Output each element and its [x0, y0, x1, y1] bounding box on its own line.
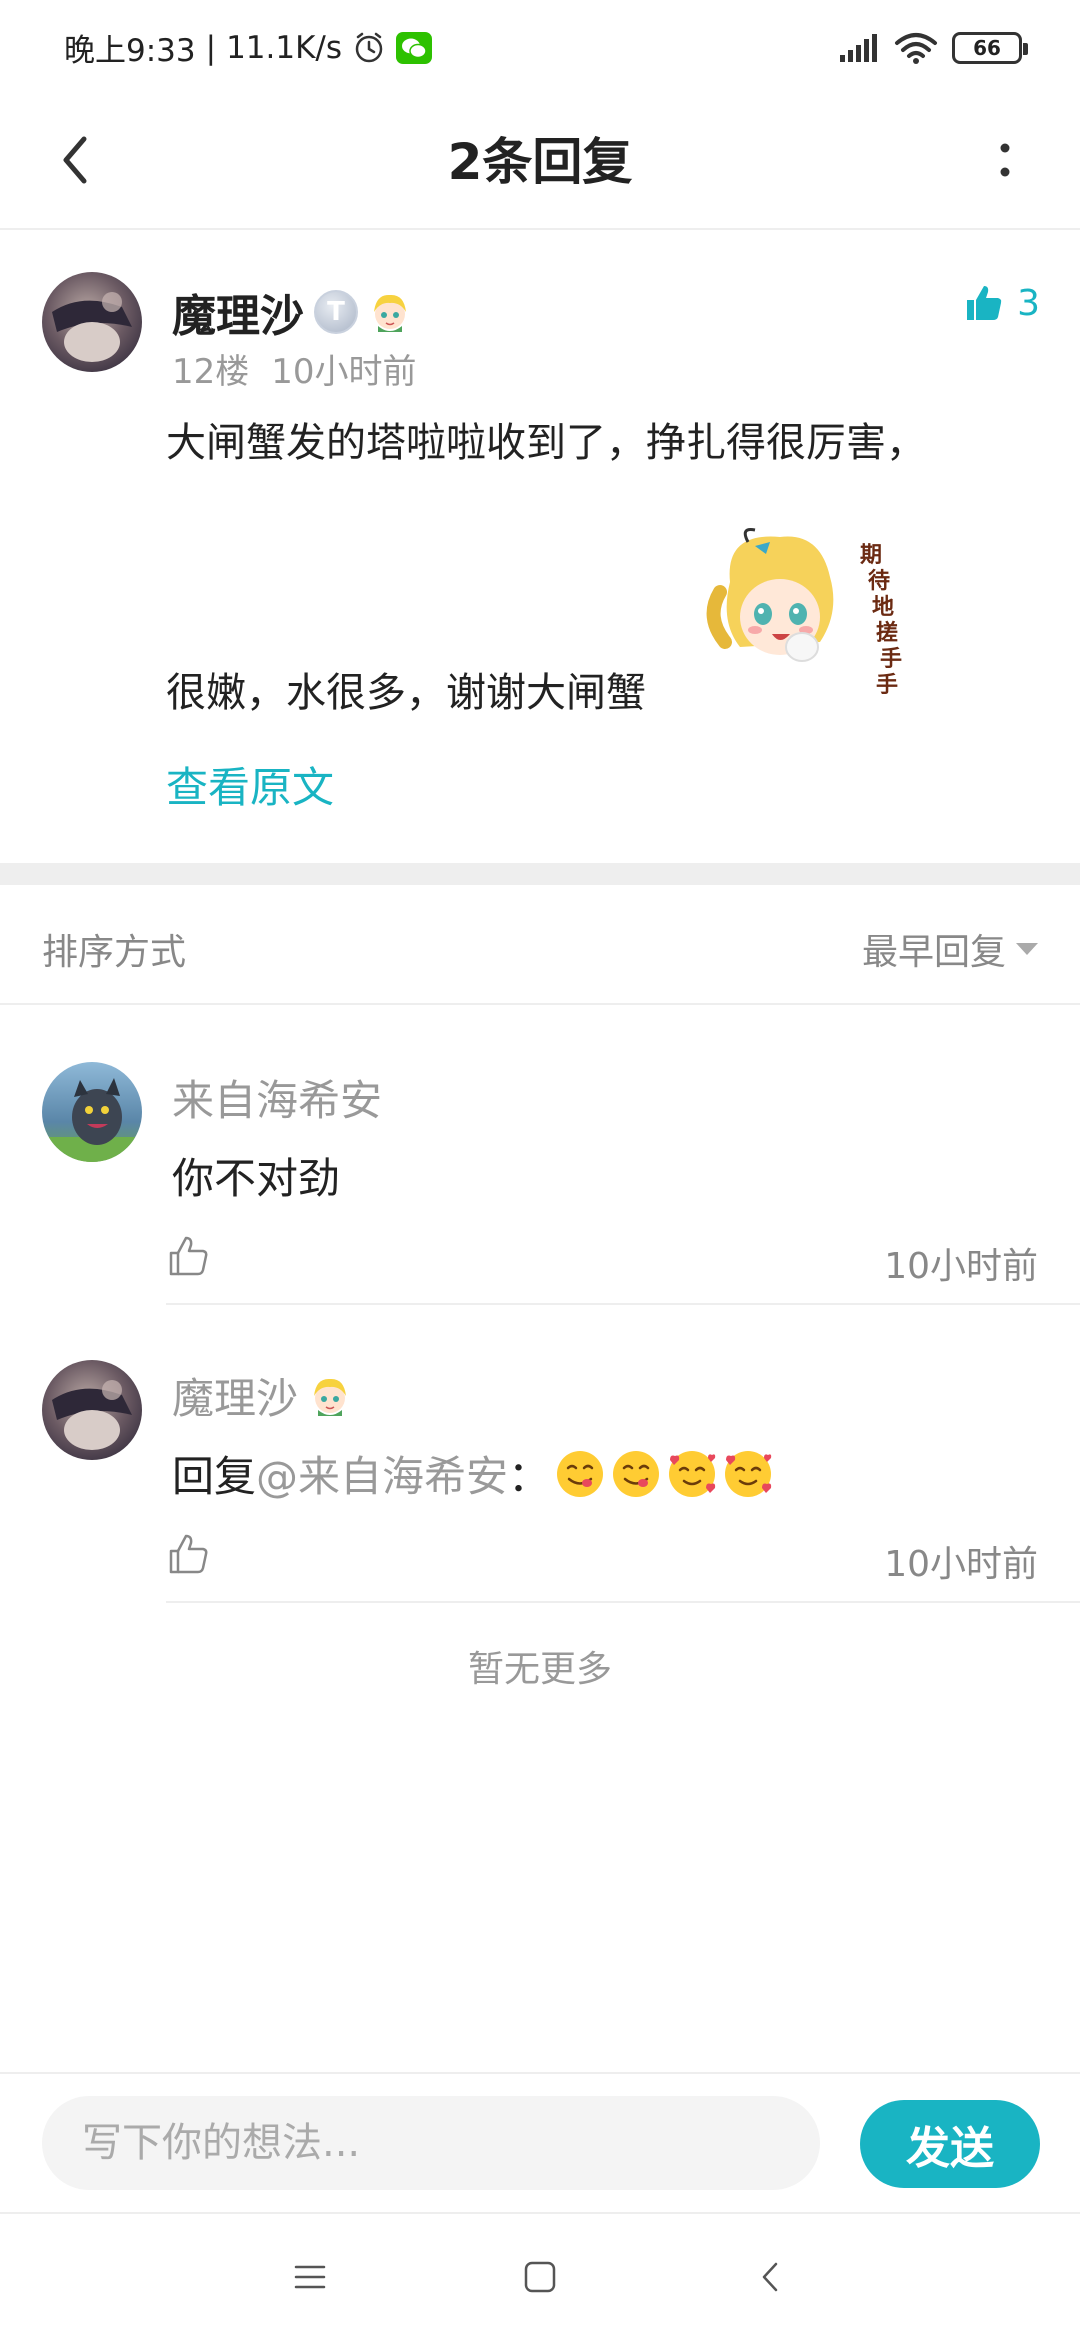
avatar[interactable]	[42, 1360, 142, 1460]
sort-row: 排序方式 最早回复	[0, 885, 1080, 1005]
home-nav-button[interactable]	[510, 2247, 570, 2307]
svg-text:搓: 搓	[876, 620, 898, 646]
post-text-line-2: 很嫩，水很多，谢谢大闸蟹	[166, 670, 646, 716]
like-outline-icon[interactable]	[166, 1531, 212, 1577]
view-original-link[interactable]: 查看原文	[166, 754, 334, 815]
battery-indicator: 66	[952, 31, 1028, 64]
hearts-face-emoji-icon	[725, 1450, 772, 1497]
reply-author[interactable]: 魔理沙	[172, 1365, 352, 1426]
comment-bar: 发送	[0, 2072, 1080, 2212]
caret-down-icon	[1016, 943, 1038, 955]
status-bar: 晚上9:33 | 11.1K/s 66	[0, 0, 1080, 95]
floor-number: 12楼	[172, 352, 250, 392]
post-text-line-1: 大闸蟹发的塔啦啦收到了，挣扎得很厉害，	[166, 420, 926, 466]
reply-author-name: 来自海希安	[172, 1076, 383, 1125]
reply-time: 10小时前	[884, 1246, 1038, 1287]
reply-author-name: 魔理沙	[172, 1374, 299, 1423]
signal-icon	[840, 33, 877, 62]
yum-emoji-icon	[557, 1450, 604, 1497]
avatar-image	[42, 272, 142, 372]
like-outline-icon[interactable]	[166, 1233, 212, 1279]
page-title: 2条回复	[447, 133, 633, 191]
thumbs-up-icon	[967, 286, 1002, 320]
avatar[interactable]	[42, 272, 142, 372]
home-square-icon	[524, 2261, 556, 2293]
avatar-image	[42, 1062, 142, 1162]
reply-colon: ：	[508, 1452, 551, 1501]
reply-text: 回复 @来自海希安 ：	[172, 1443, 774, 1504]
reply-divider	[166, 1601, 1080, 1603]
reply-prefix: 回复	[172, 1452, 257, 1501]
avatar-image	[42, 1360, 142, 1460]
sticker-image: 期 待 地 搓 手 手	[706, 528, 902, 698]
network-speed: 11.1K/s	[226, 29, 343, 66]
svg-text:待: 待	[868, 568, 890, 594]
post-like-button[interactable]: 3	[963, 282, 1040, 324]
svg-text:手: 手	[876, 673, 898, 698]
svg-text:地: 地	[872, 595, 894, 620]
battery-level: 66	[973, 35, 1001, 60]
section-divider	[0, 863, 1080, 885]
sort-label: 排序方式	[42, 932, 187, 973]
like-count: 3	[1017, 282, 1040, 324]
back-arrow-icon	[762, 2262, 778, 2292]
post-meta: 12楼 10小时前	[172, 344, 417, 393]
yum-emoji-icon	[613, 1450, 660, 1497]
no-more-text: 暂无更多	[467, 1649, 612, 1690]
menu-icon	[294, 2265, 326, 2289]
rank-badge-icon: T	[314, 290, 358, 334]
sort-selected: 最早回复	[861, 932, 1006, 973]
sort-dropdown[interactable]: 最早回复	[862, 923, 1038, 975]
status-left: 晚上9:33 | 11.1K/s	[64, 25, 433, 70]
main-post: 魔理沙 T 3 12楼 10小时前 大闸蟹发的塔啦啦收到了，挣扎得很厉害， 期 …	[0, 232, 1080, 862]
comment-input[interactable]	[42, 2096, 820, 2190]
post-author[interactable]: 魔理沙 T	[172, 280, 412, 344]
reply-author[interactable]: 来自海希安	[172, 1067, 382, 1128]
more-options-button[interactable]	[970, 125, 1040, 195]
chevron-left-icon	[63, 136, 87, 184]
back-button[interactable]	[40, 125, 110, 195]
author-name: 魔理沙	[172, 291, 304, 342]
menu-nav-button[interactable]	[280, 2247, 340, 2307]
wifi-icon	[895, 32, 937, 64]
svg-text:期: 期	[860, 543, 882, 568]
system-nav-bar	[0, 2212, 1080, 2340]
reply-time: 10小时前	[884, 1544, 1038, 1585]
status-separator: |	[205, 29, 217, 66]
status-time: 晚上9:33	[64, 33, 196, 69]
badge-letter: T	[327, 297, 345, 327]
svg-text:手: 手	[880, 647, 902, 672]
alarm-icon	[355, 32, 383, 62]
more-vertical-icon	[1000, 143, 1010, 177]
reply-item: 魔理沙 回复 @来自海希安 ： 10小时前	[0, 1305, 1080, 1603]
wechat-icon	[396, 31, 433, 64]
hearts-face-emoji-icon	[669, 1450, 716, 1497]
reply-item: 来自海希安 你不对劲 10小时前	[0, 1007, 1080, 1305]
avatar[interactable]	[42, 1062, 142, 1162]
back-nav-button[interactable]	[740, 2247, 800, 2307]
character-badge-icon	[374, 294, 406, 332]
mention-link[interactable]: @来自海希安	[256, 1443, 508, 1504]
status-right: 66	[838, 31, 1028, 65]
send-button[interactable]: 发送	[860, 2100, 1040, 2188]
reply-text: 你不对劲	[172, 1154, 341, 1203]
character-badge-icon	[314, 1378, 347, 1416]
title-bar: 2条回复	[0, 95, 1080, 230]
post-time: 10小时前	[271, 352, 417, 392]
